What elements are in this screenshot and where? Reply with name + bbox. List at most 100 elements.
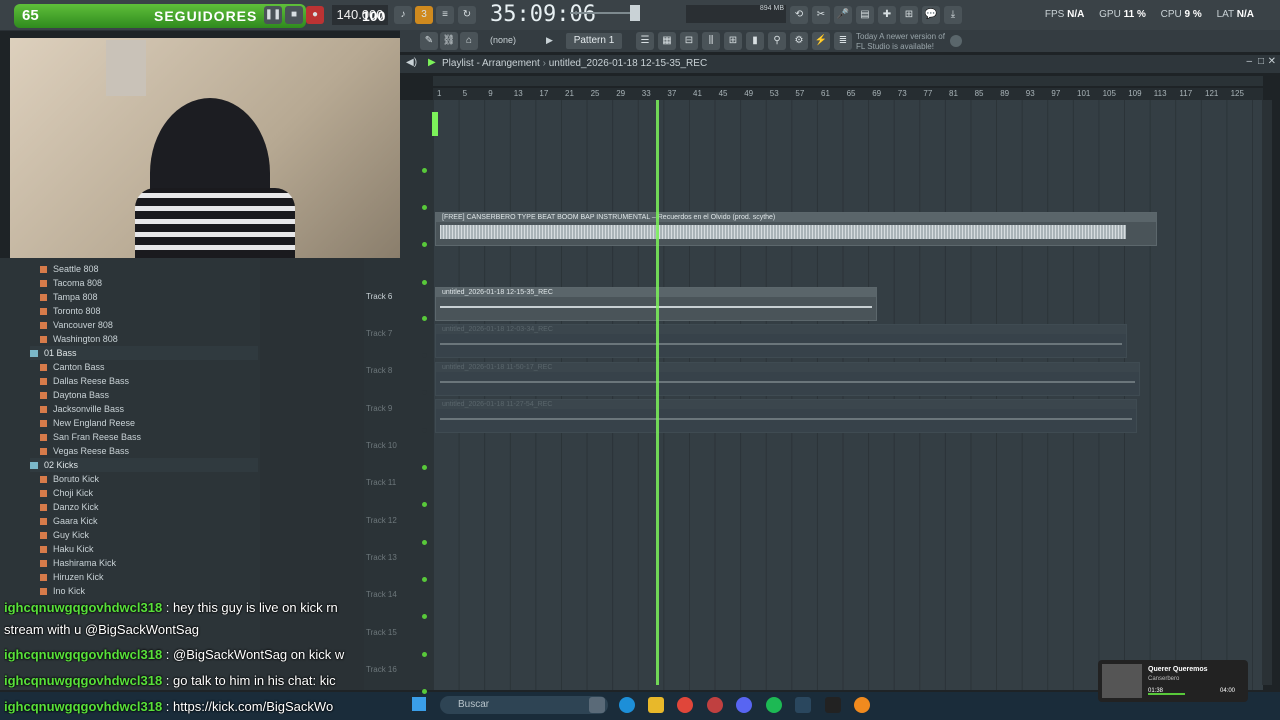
playlist-scrollbar[interactable]: [1262, 100, 1272, 685]
track-label[interactable]: Track 7: [366, 329, 392, 338]
browser-item[interactable]: Washington 808: [40, 332, 118, 346]
close-icon[interactable]: ✕: [1268, 56, 1276, 67]
track-mute-toggle[interactable]: [422, 390, 427, 395]
audio-clip-muted[interactable]: untitled_2026-01-18 11-27-54_REC: [435, 399, 1137, 433]
browser-item[interactable]: Jacksonville Bass: [40, 402, 124, 416]
now-playing-widget[interactable]: Querer Queremos Canserbero 01:38 04:00: [1098, 660, 1248, 702]
stamp-icon[interactable]: ⌂: [460, 32, 478, 50]
track-mute-toggle[interactable]: [422, 689, 427, 694]
track-label[interactable]: Track 14: [366, 590, 397, 599]
discord-icon[interactable]: [736, 697, 752, 713]
track-label[interactable]: Track 6: [366, 292, 392, 301]
chat-icon[interactable]: 💬: [922, 6, 940, 24]
minimize-icon[interactable]: –: [1246, 56, 1252, 67]
track-mute-toggle[interactable]: [422, 502, 427, 507]
browser-item[interactable]: Hiruzen Kick: [40, 570, 104, 584]
cut-icon[interactable]: ✂: [812, 6, 830, 24]
browser-item[interactable]: New England Reese: [40, 416, 135, 430]
master-volume-slider[interactable]: [570, 12, 630, 14]
maximize-icon[interactable]: □: [1258, 56, 1264, 67]
track-mute-toggle[interactable]: [422, 577, 427, 582]
spotify-icon[interactable]: [766, 697, 782, 713]
file-icon[interactable]: [589, 697, 605, 713]
browser-menu-icon[interactable]: ≣: [834, 32, 852, 50]
play-arrow-icon[interactable]: ▶: [428, 57, 436, 68]
update-notice[interactable]: Today A newer version of FL Studio is av…: [856, 32, 946, 52]
plugin-icon[interactable]: ✚: [878, 6, 896, 24]
track-label[interactable]: Track 11: [366, 478, 396, 487]
track-label[interactable]: Track 16: [366, 665, 397, 674]
track-label[interactable]: Track 9: [366, 404, 392, 413]
browser-item[interactable]: Daytona Bass: [40, 388, 109, 402]
track-mute-toggle[interactable]: [422, 242, 427, 247]
master-pitch-slider[interactable]: [630, 5, 640, 21]
pencil-icon[interactable]: ✎: [420, 32, 438, 50]
taskbar-search[interactable]: Buscar: [440, 696, 608, 714]
browser-item[interactable]: Canton Bass: [40, 360, 105, 374]
steam-icon[interactable]: [795, 697, 811, 713]
browser-item[interactable]: Tacoma 808: [40, 276, 102, 290]
edge-icon[interactable]: [619, 697, 635, 713]
pause-icon[interactable]: ❚❚: [264, 6, 282, 24]
track-mute-toggle[interactable]: [422, 540, 427, 545]
playlist-scroll-overview[interactable]: [433, 76, 1263, 86]
stop-icon[interactable]: ■: [285, 6, 303, 24]
pattern-selector[interactable]: Pattern 1: [566, 33, 622, 49]
track-mute-toggle[interactable]: [422, 652, 427, 657]
browser-item[interactable]: Danzo Kick: [40, 500, 99, 514]
browser-item[interactable]: Choji Kick: [40, 486, 93, 500]
piano-roll-icon[interactable]: ▦: [658, 32, 676, 50]
track-mute-toggle[interactable]: [422, 614, 427, 619]
browser-folder[interactable]: 01 Bass: [30, 346, 258, 360]
browser-folder[interactable]: 02 Kicks: [30, 458, 258, 472]
track-label[interactable]: Track 8: [366, 366, 392, 375]
browser-item[interactable]: Guy Kick: [40, 528, 89, 542]
browser-item[interactable]: Gaara Kick: [40, 514, 98, 528]
track-label[interactable]: Track 10: [366, 441, 397, 450]
track-mute-toggle[interactable]: [422, 168, 427, 173]
browser-item[interactable]: Vegas Reese Bass: [40, 444, 129, 458]
countdown-icon[interactable]: 3: [415, 6, 433, 24]
audio-clip-muted[interactable]: untitled_2026-01-18 12-03-34_REC: [435, 324, 1127, 358]
step-edit-icon[interactable]: ≡: [436, 6, 454, 24]
obs-icon[interactable]: [707, 697, 723, 713]
plugin-db-icon[interactable]: ▮: [746, 32, 764, 50]
audio-clip-muted[interactable]: untitled_2026-01-18 11-50-17_REC: [435, 362, 1140, 396]
browser-item[interactable]: Vancouver 808: [40, 318, 113, 332]
chrome-icon[interactable]: [677, 697, 693, 713]
speaker-icon[interactable]: ◀): [406, 57, 417, 68]
windows-start-icon[interactable]: [412, 697, 426, 711]
browser-item[interactable]: Tampa 808: [40, 290, 98, 304]
browser-item[interactable]: San Fran Reese Bass: [40, 430, 141, 444]
undo-icon[interactable]: ⟲: [790, 6, 808, 24]
browser-item[interactable]: Hashirama Kick: [40, 556, 116, 570]
track-mute-toggle[interactable]: [422, 465, 427, 470]
playlist-icon[interactable]: ☰: [636, 32, 654, 50]
browser-item[interactable]: Haku Kick: [40, 542, 94, 556]
snap-select[interactable]: (none): [490, 35, 516, 45]
track-mute-toggle[interactable]: [422, 428, 427, 433]
browser-item[interactable]: Ino Kick: [40, 584, 85, 598]
wrench-icon[interactable]: ⚙: [790, 32, 808, 50]
track-mute-toggle[interactable]: [422, 316, 427, 321]
magnet-icon[interactable]: ⚡: [812, 32, 830, 50]
browser-item[interactable]: Seattle 808: [40, 262, 99, 276]
channel-rack-icon[interactable]: ⊟: [680, 32, 698, 50]
track-mute-toggle[interactable]: [422, 353, 427, 358]
mixer-window-icon[interactable]: ⫼: [702, 32, 720, 50]
record-icon[interactable]: ●: [306, 6, 324, 24]
download-icon[interactable]: ⤓: [944, 6, 962, 24]
save-icon[interactable]: ▤: [856, 6, 874, 24]
browser-item[interactable]: Dallas Reese Bass: [40, 374, 129, 388]
track-mute-toggle[interactable]: [422, 280, 427, 285]
media-progress[interactable]: [1148, 693, 1185, 695]
browser-item[interactable]: Boruto Kick: [40, 472, 99, 486]
track-label[interactable]: Track 15: [366, 628, 397, 637]
sampler-icon[interactable]: ⚲: [768, 32, 786, 50]
folder-icon[interactable]: [648, 697, 664, 713]
link-icon[interactable]: ⛓: [440, 32, 458, 50]
track-label[interactable]: Track 13: [366, 553, 397, 562]
browser-icon[interactable]: ⊞: [724, 32, 742, 50]
loop-record-icon[interactable]: ↻: [458, 6, 476, 24]
track-label[interactable]: Track 12: [366, 516, 397, 525]
